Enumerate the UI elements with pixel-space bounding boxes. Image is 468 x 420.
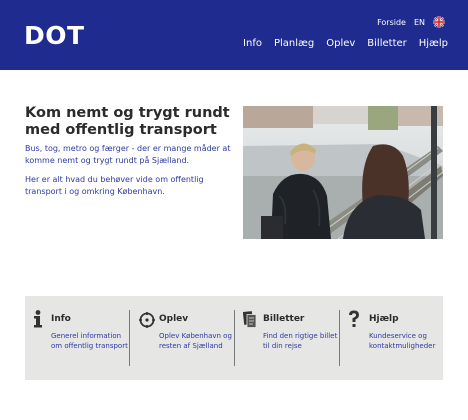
dot-logo[interactable]: DOT — [24, 22, 85, 50]
nav-billetter[interactable]: Billetter — [367, 38, 406, 49]
hero-photo — [243, 106, 443, 239]
feature-panel: Info Generel information om offentlig tr… — [25, 296, 443, 380]
compass-icon — [139, 312, 155, 330]
nav-info[interactable]: Info — [243, 38, 262, 49]
info-icon — [31, 310, 45, 328]
site-header: DOT Forside EN Info Planlæg Oplev Billet… — [0, 0, 468, 70]
feature-text: Generel information om offentlig transpo… — [51, 332, 128, 350]
feature-billetter[interactable]: Billetter Find den rigtige billet til di… — [237, 296, 339, 380]
hero-paragraph-2: Her er alt hvad du behøver vide om offen… — [25, 175, 204, 196]
main-nav: Info Planlæg Oplev Billetter Hjælp — [243, 38, 448, 49]
hero-paragraph-1: Bus, tog, metro og færger - der er mange… — [25, 144, 231, 165]
ticket-icon — [242, 311, 257, 329]
feature-text: Find den rigtige billet til din rejse — [263, 332, 338, 350]
utility-links: Forside EN — [377, 16, 445, 28]
feature-title: Hjælp — [369, 314, 399, 324]
feature-title: Oplev — [159, 314, 189, 324]
nav-oplev[interactable]: Oplev — [326, 38, 355, 49]
nav-planlaeg[interactable]: Planlæg — [274, 38, 314, 49]
help-icon — [347, 310, 361, 328]
nav-hjaelp[interactable]: Hjælp — [419, 38, 448, 49]
language-link[interactable]: EN — [414, 18, 425, 27]
feature-oplev[interactable]: Oplev Oplev København og resten af Sjæll… — [133, 296, 235, 380]
feature-title: Billetter — [263, 314, 305, 324]
uk-flag-icon[interactable] — [433, 16, 445, 28]
divider — [129, 310, 130, 366]
divider — [339, 310, 340, 366]
feature-text: Kundeservice og kontaktmuligheder — [369, 332, 436, 350]
home-link[interactable]: Forside — [377, 18, 406, 27]
hero-title: Kom nemt og trygt rundt med offentlig tr… — [25, 105, 230, 138]
feature-hjaelp[interactable]: Hjælp Kundeservice og kontaktmuligheder — [343, 296, 443, 380]
feature-info[interactable]: Info Generel information om offentlig tr… — [25, 296, 129, 380]
feature-text: Oplev København og resten af Sjælland — [159, 332, 232, 350]
feature-title: Info — [51, 314, 71, 324]
divider — [234, 310, 235, 366]
